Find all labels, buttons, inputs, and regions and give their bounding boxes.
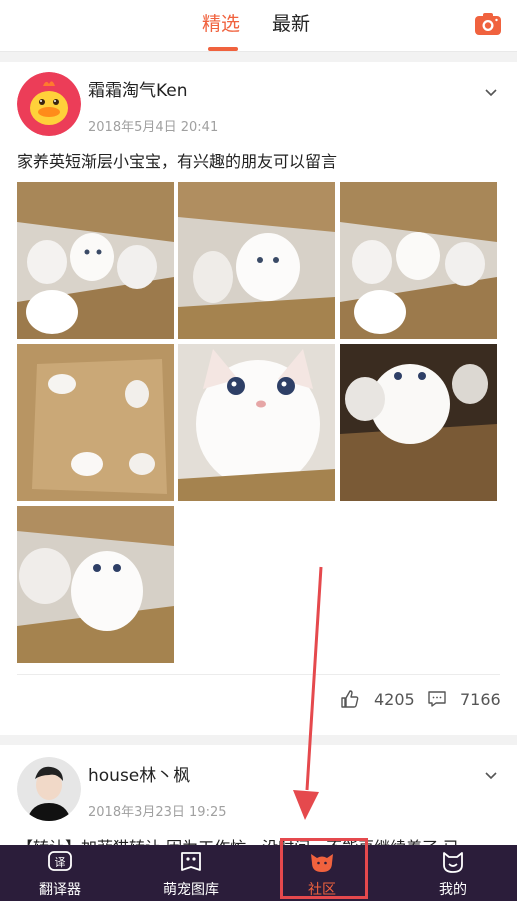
post-photo-kitten-sitting[interactable] [17, 506, 174, 663]
post-photo-kitten-closeup[interactable] [178, 182, 335, 339]
annotation-highlight-box [280, 838, 368, 899]
tab-latest[interactable]: 最新 [272, 11, 310, 37]
nav-pet-gallery[interactable]: 萌宠图库 [131, 845, 251, 901]
post-photo-box-top-view[interactable] [17, 344, 174, 501]
post-author[interactable]: house林丶枫 [88, 765, 190, 787]
comment-count: 7166 [460, 690, 501, 709]
nav-label: 萌宠图库 [163, 882, 219, 898]
post-photo-kittens-row[interactable] [340, 182, 497, 339]
chevron-down-icon[interactable] [483, 767, 499, 780]
chevron-down-icon[interactable] [483, 84, 499, 97]
like-count: 4205 [374, 690, 415, 709]
camera-icon[interactable] [474, 12, 502, 36]
post-text: 家养英短渐层小宝宝，有兴趣的朋友可以留言 [17, 152, 338, 171]
post-card: house林丶枫 2018年3月23日 19:25 【转让】加菲猫转让 因为工作… [0, 745, 517, 845]
comment-icon[interactable] [427, 689, 447, 709]
thumbs-up-icon[interactable] [340, 689, 360, 709]
post-timestamp: 2018年5月4日 20:41 [88, 120, 219, 135]
top-bar: 精选 最新 [0, 0, 517, 52]
tab-featured[interactable]: 精选 [202, 11, 240, 37]
avatar[interactable] [17, 757, 81, 821]
nav-mine[interactable]: 我的 [393, 845, 513, 901]
svg-text:译: 译 [55, 856, 66, 869]
post-timestamp: 2018年3月23日 19:25 [88, 805, 227, 820]
post-author[interactable]: 霜霜淘气Ken [88, 80, 188, 102]
post-divider [17, 674, 500, 675]
post-photo-kittens-in-box[interactable] [17, 182, 174, 339]
gallery-icon [178, 850, 204, 874]
post-text: 【转让】加菲猫转让 因为工作忙，没时间，不能再继续养了 已 [17, 834, 459, 845]
translator-icon: 译 [47, 850, 73, 874]
bottom-nav: 译 翻译器 萌宠图库 社区 我的 [0, 845, 517, 901]
nav-label: 翻译器 [39, 882, 81, 898]
post-card: 霜霜淘气Ken 2018年5月4日 20:41 家养英短渐层小宝宝，有兴趣的朋友… [0, 62, 517, 735]
post-photo-kitten-face[interactable] [178, 344, 335, 501]
nav-label: 我的 [439, 882, 467, 898]
profile-icon [440, 850, 466, 874]
nav-translator[interactable]: 译 翻译器 [0, 845, 120, 901]
active-tab-indicator [208, 47, 238, 51]
post-photo-kitten-on-box-edge[interactable] [340, 344, 497, 501]
avatar[interactable] [17, 72, 81, 136]
